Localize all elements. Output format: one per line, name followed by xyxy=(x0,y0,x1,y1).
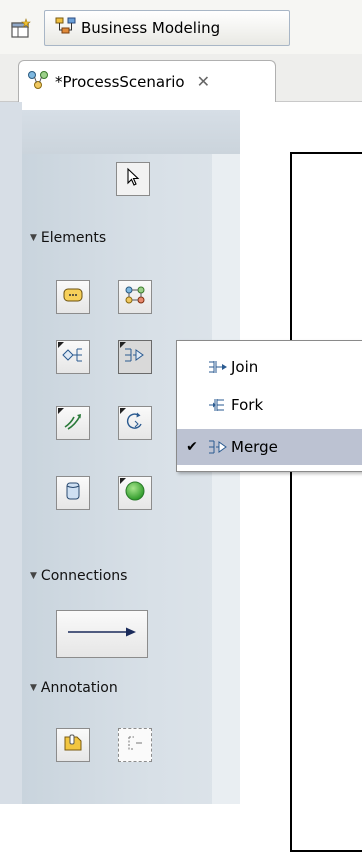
text-annotation-tool-button[interactable] xyxy=(118,728,152,762)
menu-item-label: Merge xyxy=(231,438,278,456)
merge-tool-button[interactable] xyxy=(118,340,152,374)
merge-icon xyxy=(123,346,147,368)
task-tool-button[interactable] xyxy=(56,280,90,314)
section-label: Elements xyxy=(40,230,107,246)
arrow-pointer-icon xyxy=(125,167,141,191)
collapse-triangle-icon: ▼ xyxy=(30,571,37,581)
collapse-triangle-icon: ▼ xyxy=(30,233,37,243)
palette-header xyxy=(22,110,240,154)
menu-item-fork[interactable]: Fork xyxy=(177,387,362,423)
process-diagram-icon xyxy=(27,70,49,94)
flow-arrow-icon xyxy=(62,411,84,435)
section-label: Connections xyxy=(40,568,128,584)
menu-item-merge[interactable]: ✔ Merge xyxy=(177,429,362,465)
dropdown-corner-icon xyxy=(120,408,126,414)
flow-tool-button[interactable] xyxy=(56,406,90,440)
select-tool-button[interactable] xyxy=(116,162,150,196)
menu-item-label: Fork xyxy=(231,396,264,414)
collapse-triangle-icon: ▼ xyxy=(30,683,37,693)
decision-tool-button[interactable] xyxy=(56,340,90,374)
datastore-icon xyxy=(65,480,81,506)
subprocess-tool-button[interactable] xyxy=(118,280,152,314)
dropdown-corner-icon xyxy=(120,478,126,484)
connection-tool-button[interactable] xyxy=(56,610,148,658)
text-annotation-icon xyxy=(124,733,146,757)
merge-icon xyxy=(207,437,231,457)
palette-edge xyxy=(212,154,240,804)
perspective-label: Business Modeling xyxy=(81,19,221,37)
fork-icon xyxy=(207,395,231,415)
perspective-business-modeling-button[interactable]: Business Modeling xyxy=(44,10,290,46)
editor-left-border xyxy=(0,102,22,804)
open-perspective-icon[interactable] xyxy=(10,18,32,40)
tab-process-scenario[interactable]: *ProcessScenario ✕ xyxy=(18,60,276,102)
checkmark-icon: ✔ xyxy=(186,439,198,455)
loop-tool-button[interactable] xyxy=(118,406,152,440)
palette-section-elements[interactable]: ▼ Elements xyxy=(30,230,106,246)
section-label: Annotation xyxy=(40,680,118,696)
dropdown-corner-icon xyxy=(58,408,64,414)
decision-icon xyxy=(61,346,85,368)
end-event-tool-button[interactable] xyxy=(118,476,152,510)
loop-icon xyxy=(124,411,146,435)
business-modeling-icon xyxy=(55,16,77,40)
task-icon xyxy=(62,286,84,308)
merge-tool-dropdown-menu: Join Fork ✔ Merge xyxy=(176,340,362,472)
dropdown-corner-icon xyxy=(120,342,126,348)
palette-section-annotation[interactable]: ▼ Annotation xyxy=(30,680,118,696)
dropdown-corner-icon xyxy=(58,342,64,348)
connection-arrow-icon xyxy=(66,626,138,642)
tab-label: *ProcessScenario xyxy=(55,72,185,91)
close-tab-icon[interactable]: ✕ xyxy=(197,72,210,91)
menu-item-join[interactable]: Join xyxy=(177,349,362,385)
green-circle-icon xyxy=(124,480,146,506)
join-icon xyxy=(207,357,231,377)
subprocess-icon xyxy=(124,285,146,309)
diagram-canvas-frame[interactable] xyxy=(290,152,362,852)
datastore-tool-button[interactable] xyxy=(56,476,90,510)
note-tool-button[interactable] xyxy=(56,728,90,762)
sticky-note-icon xyxy=(62,733,84,757)
menu-item-label: Join xyxy=(231,358,259,376)
palette-section-connections[interactable]: ▼ Connections xyxy=(30,568,127,584)
